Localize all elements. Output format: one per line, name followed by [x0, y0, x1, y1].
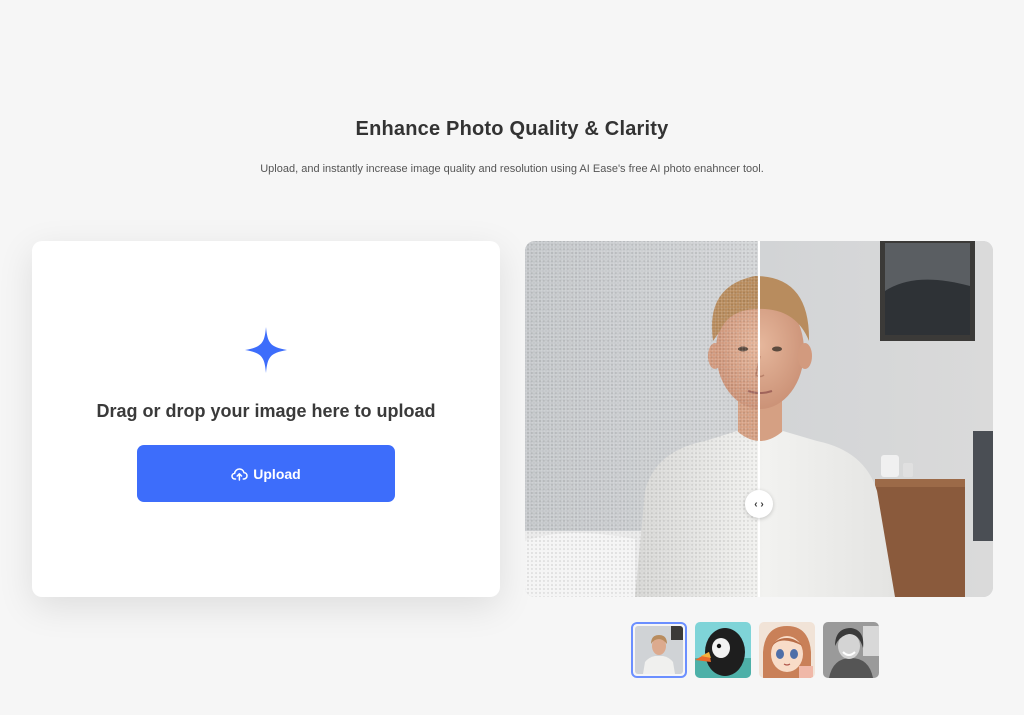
drop-instruction: Drag or drop your image here to upload [96, 401, 436, 421]
before-after-comparison[interactable]: ‹ › [525, 241, 993, 597]
sample-thumb-anime[interactable] [759, 622, 815, 678]
cloud-upload-icon [231, 467, 249, 481]
upload-dropzone[interactable]: Drag or drop your image here to upload U… [32, 241, 500, 597]
compare-handle-icon[interactable]: ‹ › [745, 490, 773, 518]
sample-thumbnails [631, 622, 879, 679]
page-subtitle: Upload, and instantly increase image qua… [260, 163, 764, 175]
upload-button-label: Upload [253, 465, 301, 482]
comparison-divider[interactable] [758, 241, 760, 597]
upload-button[interactable]: Upload [137, 445, 395, 502]
sample-thumb-bw-portrait[interactable] [823, 622, 879, 678]
sample-thumb-portrait[interactable] [631, 622, 687, 678]
sample-thumb-puffin[interactable] [695, 622, 751, 678]
original-photo-half [525, 241, 759, 597]
sparkle-icon [245, 327, 287, 373]
page-title: Enhance Photo Quality & Clarity [355, 118, 669, 140]
